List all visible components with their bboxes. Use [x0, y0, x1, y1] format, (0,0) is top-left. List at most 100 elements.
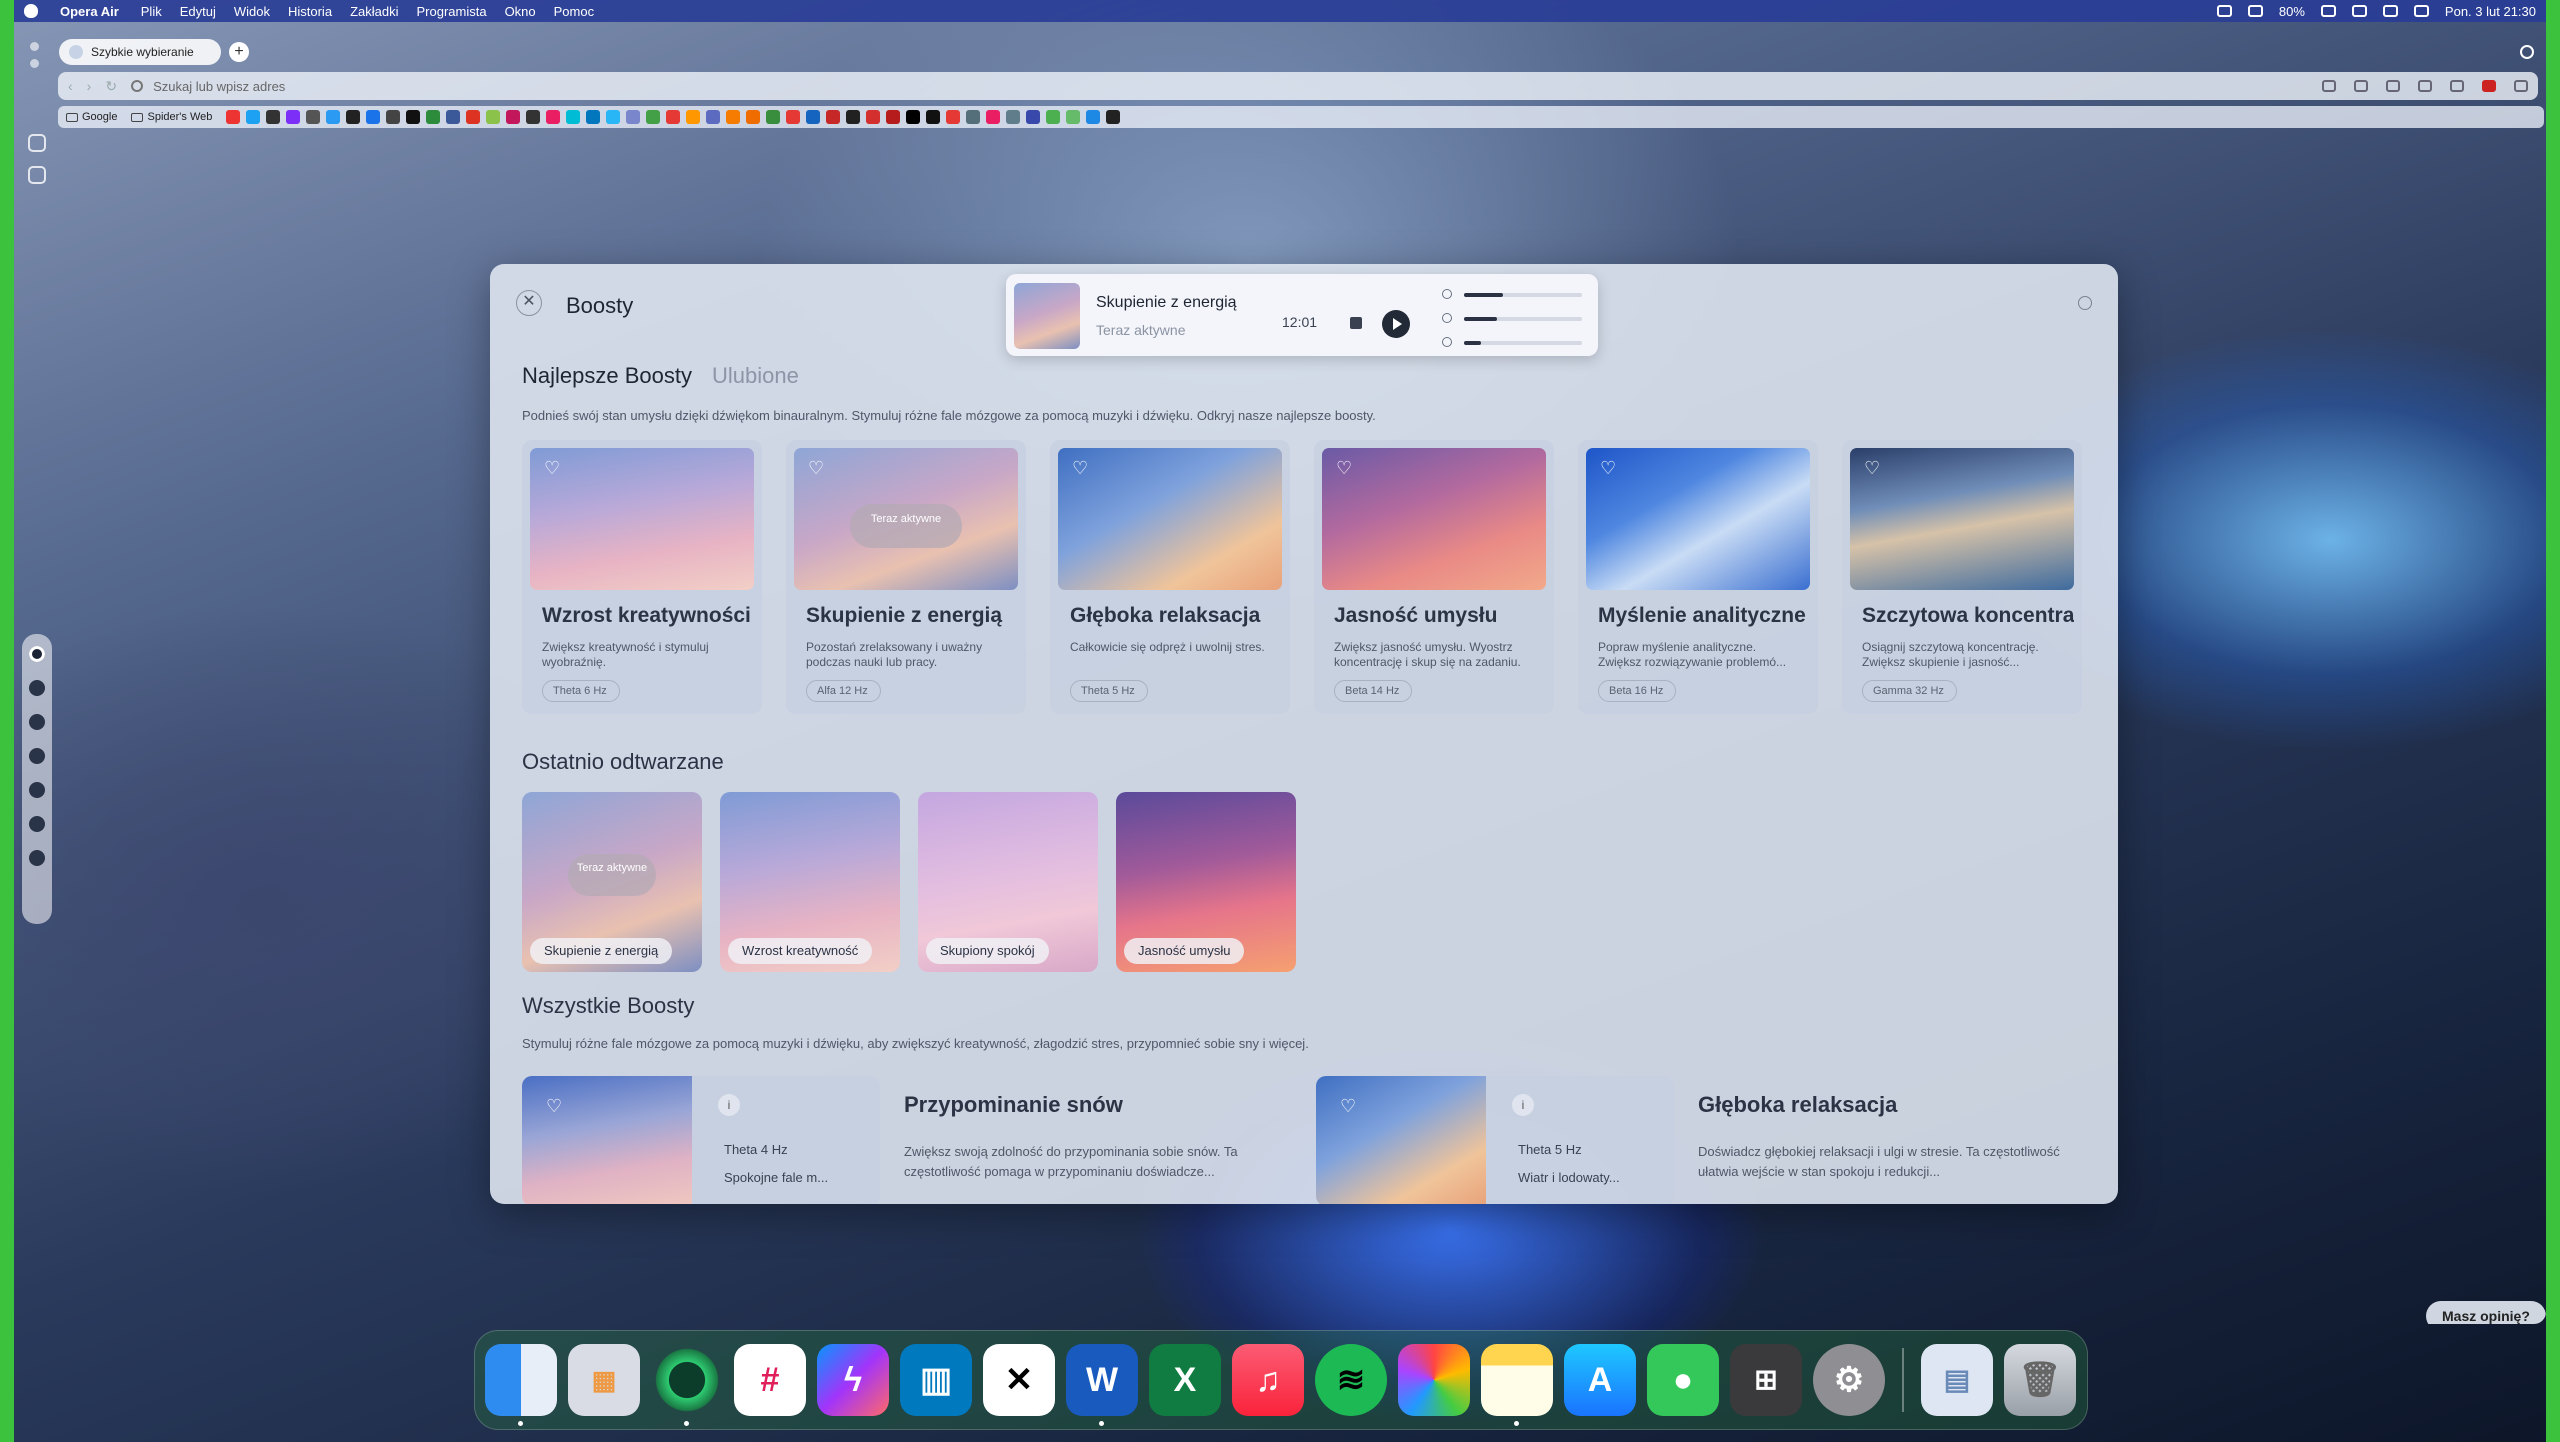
menu-help[interactable]: Pomoc [554, 4, 594, 19]
heart-icon[interactable]: ♡ [546, 1096, 562, 1117]
spotlight-icon[interactable] [2382, 5, 2398, 17]
bookmark-favicon-icon[interactable] [1046, 110, 1061, 124]
music-volume-slider[interactable] [1464, 341, 1582, 345]
bookmark-google[interactable]: Google [66, 111, 117, 123]
clock[interactable]: Pon. 3 lut 21:30 [2445, 4, 2536, 19]
bookmark-favicon-icon[interactable] [246, 110, 261, 124]
excel-icon[interactable]: X [1149, 1344, 1221, 1416]
bookmark-favicon-icon[interactable] [786, 110, 801, 124]
heart-icon[interactable]: ♡ [1336, 459, 1354, 477]
messenger-icon[interactable]: ϟ [817, 1344, 889, 1416]
bookmark-favicon-icon[interactable] [646, 110, 661, 124]
lock-icon[interactable] [2418, 80, 2432, 92]
bookmark-favicon-icon[interactable] [906, 110, 921, 124]
heart-icon[interactable]: ♡ [808, 459, 826, 477]
heart-icon[interactable]: ♡ [544, 459, 562, 477]
settings-icon[interactable]: ⚙ [1813, 1344, 1885, 1416]
bookmark-favicon-icon[interactable] [1106, 110, 1121, 124]
calculator-icon[interactable]: ⊞ [1730, 1344, 1802, 1416]
bookmark-favicon-icon[interactable] [586, 110, 601, 124]
tab-favorites[interactable]: Ulubione [712, 363, 799, 389]
chat-icon[interactable] [28, 166, 46, 184]
boost-card[interactable]: ♡ Myślenie analityczne Popraw myślenie a… [1578, 440, 1818, 714]
boost-card[interactable]: ♡ Wzrost kreatywności Zwiększ kreatywnoś… [522, 440, 762, 714]
bookmark-favicon-icon[interactable] [566, 110, 581, 124]
heart-icon[interactable]: ♡ [1864, 459, 1882, 477]
capcut-icon[interactable]: ✕ [983, 1344, 1055, 1416]
bookmark-favicon-icon[interactable] [766, 110, 781, 124]
word-icon[interactable]: W [1066, 1344, 1138, 1426]
menu-developer[interactable]: Programista [416, 4, 486, 19]
menu-history[interactable]: Historia [288, 4, 332, 19]
address-bar[interactable]: ‹ › ↻ Szukaj lub wpisz adres [58, 72, 2538, 100]
bookmark-favicon-icon[interactable] [386, 110, 401, 124]
close-panel-button[interactable]: ✕ [516, 290, 542, 316]
notes-icon[interactable] [29, 782, 45, 798]
bookmark-favicon-icon[interactable] [846, 110, 861, 124]
menu-app-name[interactable]: Opera Air [60, 4, 119, 19]
photos-icon[interactable] [1398, 1344, 1470, 1416]
menu-bookmarks[interactable]: Zakładki [350, 4, 398, 19]
extension-icon[interactable] [2450, 80, 2464, 92]
bookmark-favicon-icon[interactable] [966, 110, 981, 124]
bookmark-favicon-icon[interactable] [446, 110, 461, 124]
bookmark-favicon-icon[interactable] [686, 110, 701, 124]
stop-button[interactable] [1350, 317, 1362, 329]
download-icon[interactable] [2354, 80, 2368, 92]
bookmark-favicon-icon[interactable] [666, 110, 681, 124]
all-boost-item[interactable]: ♡ i Theta 4 Hz Spokojne fale m... Przypo… [522, 1076, 1306, 1204]
minimize-window-button[interactable] [30, 59, 39, 68]
music-icon[interactable]: ♫ [1232, 1344, 1304, 1416]
messenger-icon[interactable] [29, 748, 45, 764]
trash-icon[interactable]: 🗑 [2004, 1344, 2076, 1416]
bookmark-favicon-icon[interactable] [1006, 110, 1021, 124]
trello-icon[interactable]: ▥ [900, 1344, 972, 1416]
panel-settings-icon[interactable] [2078, 296, 2092, 310]
bookmark-favicon-icon[interactable] [946, 110, 961, 124]
status-icon[interactable] [2216, 5, 2232, 17]
new-tab-button[interactable]: + [229, 42, 249, 62]
feedback-button[interactable]: Masz opinię? [2426, 1301, 2546, 1324]
bookmark-favicon-icon[interactable] [726, 110, 741, 124]
volume-icon[interactable] [2247, 5, 2263, 17]
bookmark-favicon-icon[interactable] [366, 110, 381, 124]
bookmark-favicon-icon[interactable] [286, 110, 301, 124]
ambient-volume-slider[interactable] [1464, 317, 1582, 321]
bookmark-favicon-icon[interactable] [326, 110, 341, 124]
apple-icon[interactable] [24, 4, 38, 18]
breathing-icon[interactable] [29, 680, 45, 696]
menu-view[interactable]: Widok [234, 4, 270, 19]
boost-card[interactable]: ♡ Głęboka relaksacja Całkowicie się odpr… [1050, 440, 1290, 714]
snapshot-icon[interactable] [2322, 80, 2336, 92]
bookmark-favicon-icon[interactable] [746, 110, 761, 124]
menu-edit[interactable]: Edytuj [180, 4, 216, 19]
opera-icon[interactable] [651, 1344, 723, 1426]
bookmark-favicon-icon[interactable] [266, 110, 281, 124]
forward-icon[interactable]: › [87, 78, 92, 94]
bookmark-favicon-icon[interactable] [306, 110, 321, 124]
reload-icon[interactable]: ↻ [105, 78, 117, 95]
boost-card[interactable]: ♡ Jasność umysłu Zwiększ jasność umysłu.… [1314, 440, 1554, 714]
bookmark-spiders-web[interactable]: Spider's Web [131, 111, 212, 123]
bookmark-favicon-icon[interactable] [926, 110, 941, 124]
boosty-icon[interactable] [29, 646, 45, 662]
messages-icon[interactable]: ● [1647, 1344, 1719, 1416]
recent-tile[interactable]: Teraz aktywne Skupienie z energią [522, 792, 702, 972]
bookmark-favicon-icon[interactable] [426, 110, 441, 124]
bookmark-favicon-icon[interactable] [466, 110, 481, 124]
appstore-icon[interactable]: A [1564, 1344, 1636, 1416]
preview-icon[interactable]: ▤ [1921, 1344, 1993, 1416]
menu-file[interactable]: Plik [141, 4, 162, 19]
bookmark-favicon-icon[interactable] [626, 110, 641, 124]
bookmark-favicon-icon[interactable] [346, 110, 361, 124]
heart-icon[interactable]: ♡ [1072, 459, 1090, 477]
bookmark-favicon-icon[interactable] [406, 110, 421, 124]
close-window-button[interactable] [30, 42, 39, 51]
bookmark-favicon-icon[interactable] [606, 110, 621, 124]
home-icon[interactable] [28, 134, 46, 152]
notes-icon[interactable] [1481, 1344, 1553, 1426]
bookmark-favicon-icon[interactable] [486, 110, 501, 124]
bookmark-favicon-icon[interactable] [506, 110, 521, 124]
bookmark-favicon-icon[interactable] [526, 110, 541, 124]
more-icon[interactable] [29, 850, 45, 866]
